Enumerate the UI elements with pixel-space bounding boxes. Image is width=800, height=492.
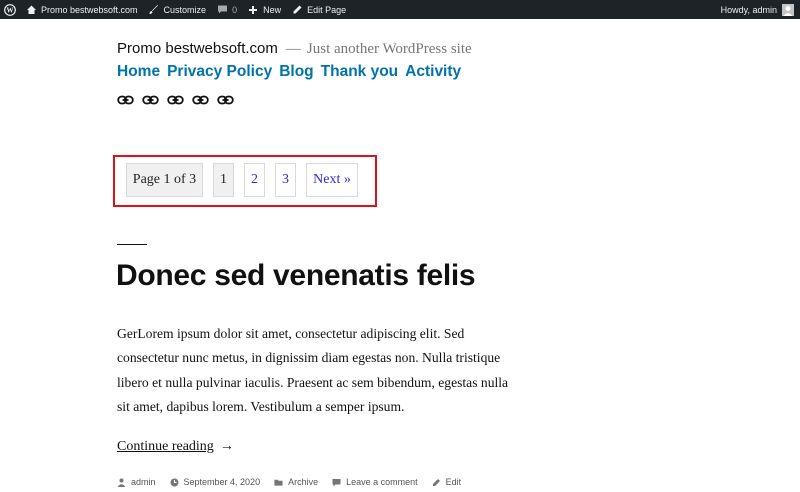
- site-tagline: Just another WordPress site: [306, 41, 472, 57]
- brush-icon: [148, 4, 160, 16]
- post-edit-link[interactable]: Edit: [432, 477, 462, 487]
- post-comments-link[interactable]: Leave a comment: [332, 477, 418, 487]
- clock-icon: [170, 478, 179, 487]
- admin-bar-greeting: Howdy, admin: [720, 4, 777, 15]
- admin-bar-account[interactable]: Howdy, admin: [720, 3, 800, 16]
- admin-bar-site-name: Promo bestwebsoft.com: [41, 4, 138, 15]
- plus-icon: [247, 4, 259, 16]
- post-author[interactable]: admin: [117, 477, 156, 487]
- arrow-right-icon: →: [219, 439, 234, 454]
- site-title[interactable]: Promo bestwebsoft.com: [117, 40, 278, 57]
- social-links: [117, 93, 234, 107]
- site-branding: Promo bestwebsoft.com — Just another Word…: [117, 40, 472, 58]
- nav-item-blog[interactable]: Blog: [279, 63, 313, 81]
- admin-bar-comments[interactable]: 0: [211, 0, 242, 19]
- post-date[interactable]: September 4, 2020: [170, 477, 261, 487]
- pagination-current-page: 1: [213, 163, 234, 197]
- nav-item-privacy-policy[interactable]: Privacy Policy: [167, 63, 272, 81]
- admin-bar-site-link[interactable]: Promo bestwebsoft.com: [20, 0, 143, 19]
- continue-reading[interactable]: Continue reading →: [117, 439, 234, 455]
- post-excerpt: GerLorem ipsum dolor sit amet, consectet…: [117, 326, 509, 415]
- post-category[interactable]: Archive: [274, 477, 318, 487]
- home-icon: [25, 4, 37, 16]
- link-icon[interactable]: [142, 93, 159, 107]
- pagination-page-3[interactable]: 3: [275, 163, 296, 197]
- pagination: Page 1 of 3 1 2 3 Next »: [126, 163, 358, 197]
- continue-reading-link[interactable]: Continue reading: [117, 439, 214, 454]
- pagination-next[interactable]: Next »: [306, 163, 358, 197]
- comment-icon: [332, 478, 341, 487]
- link-icon[interactable]: [217, 93, 234, 107]
- avatar: [782, 3, 794, 16]
- post-comments-text: Leave a comment: [346, 477, 418, 487]
- person-icon: [117, 478, 126, 487]
- link-icon[interactable]: [167, 93, 184, 107]
- site-description: — Just another WordPress site: [286, 41, 472, 58]
- admin-bar-new[interactable]: New: [242, 0, 286, 19]
- post-date-text: September 4, 2020: [183, 477, 261, 487]
- admin-bar-customize[interactable]: Customize: [143, 0, 212, 19]
- entry-separator: [117, 244, 147, 245]
- admin-bar-new-label: New: [263, 4, 282, 15]
- admin-bar-comments-count: 0: [232, 4, 238, 15]
- post-edit-text: Edit: [445, 477, 462, 487]
- link-icon[interactable]: [192, 93, 209, 107]
- tagline-dash: —: [285, 41, 301, 57]
- admin-bar-customize-label: Customize: [163, 4, 207, 15]
- admin-bar-edit-page[interactable]: Edit Page: [286, 0, 351, 19]
- post-title[interactable]: Donec sed venenatis felis: [116, 259, 476, 293]
- pagination-page-2[interactable]: 2: [244, 163, 265, 197]
- pencil-icon: [291, 4, 303, 16]
- pagination-info: Page 1 of 3: [126, 163, 203, 197]
- nav-item-thank-you[interactable]: Thank you: [321, 63, 399, 81]
- main-navigation: Home Privacy Policy Blog Thank you Activ…: [117, 63, 461, 81]
- post-meta: admin September 4, 2020 Archive Leave a …: [117, 477, 461, 487]
- admin-bar-edit-page-label: Edit Page: [307, 4, 347, 15]
- wordpress-logo-icon[interactable]: W: [0, 0, 20, 19]
- comment-icon: [216, 4, 228, 16]
- post-author-name: admin: [131, 477, 156, 487]
- admin-bar: W Promo bestwebsoft.com Customize 0 New …: [0, 0, 800, 19]
- folder-icon: [274, 478, 283, 487]
- nav-item-activity[interactable]: Activity: [405, 63, 461, 81]
- post-category-name: Archive: [288, 477, 319, 487]
- pencil-icon: [432, 478, 441, 487]
- link-icon[interactable]: [117, 93, 134, 107]
- svg-text:W: W: [7, 6, 14, 14]
- nav-item-home[interactable]: Home: [117, 63, 160, 81]
